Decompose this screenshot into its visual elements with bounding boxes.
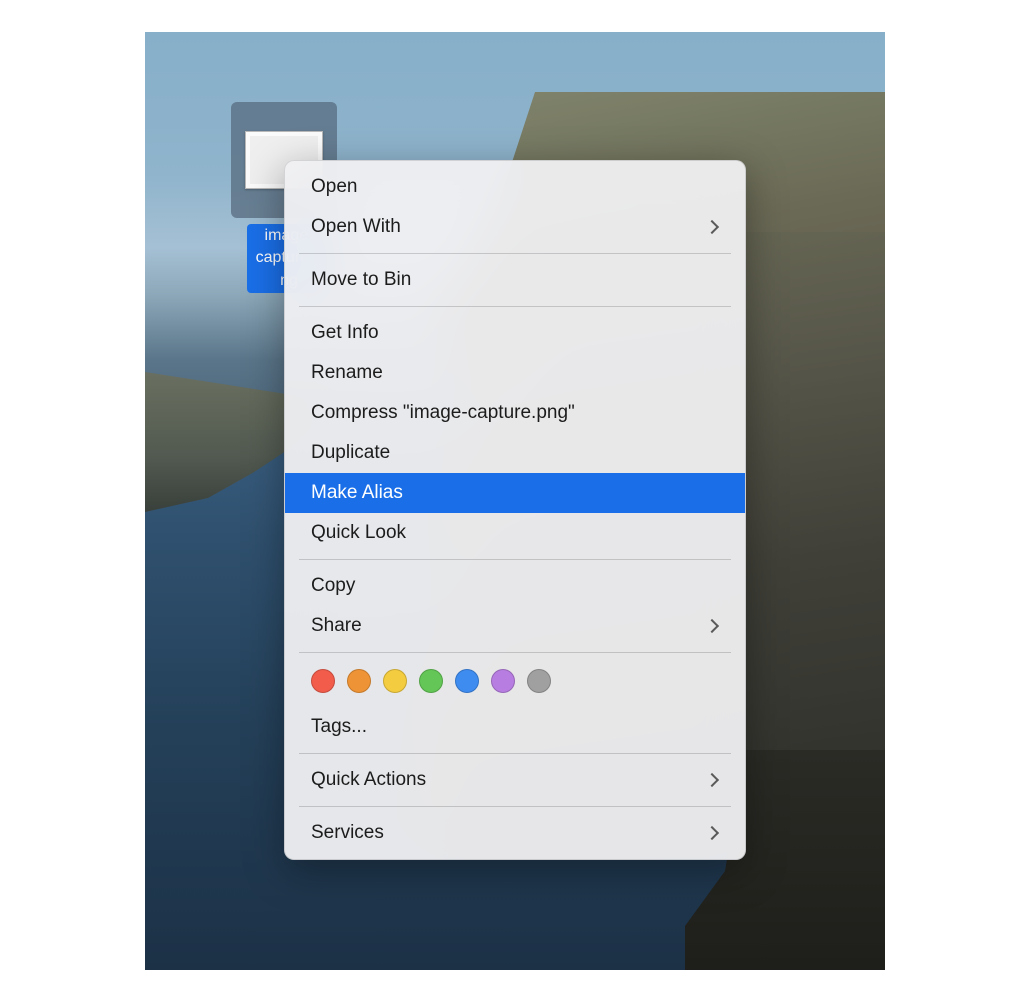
- menu-item-tags[interactable]: Tags...: [285, 707, 745, 747]
- menu-label: Open With: [311, 216, 401, 238]
- menu-item-share[interactable]: Share: [285, 606, 745, 646]
- desktop-wallpaper: image-capture.png Open Open With Move to…: [145, 32, 885, 970]
- menu-label: Duplicate: [311, 442, 390, 464]
- tag-green[interactable]: [419, 669, 443, 693]
- menu-item-make-alias[interactable]: Make Alias: [285, 473, 745, 513]
- menu-item-open[interactable]: Open: [285, 167, 745, 207]
- menu-item-quick-look[interactable]: Quick Look: [285, 513, 745, 553]
- menu-item-quick-actions[interactable]: Quick Actions: [285, 760, 745, 800]
- chevron-right-icon: [705, 619, 719, 633]
- chevron-right-icon: [705, 773, 719, 787]
- menu-label: Quick Look: [311, 522, 406, 544]
- tag-red[interactable]: [311, 669, 335, 693]
- menu-separator: [299, 253, 731, 254]
- menu-item-duplicate[interactable]: Duplicate: [285, 433, 745, 473]
- menu-label: Services: [311, 822, 384, 844]
- menu-separator: [299, 559, 731, 560]
- menu-item-copy[interactable]: Copy: [285, 566, 745, 606]
- menu-label: Share: [311, 615, 362, 637]
- tag-yellow[interactable]: [383, 669, 407, 693]
- menu-separator: [299, 652, 731, 653]
- menu-item-rename[interactable]: Rename: [285, 353, 745, 393]
- menu-separator: [299, 806, 731, 807]
- menu-item-move-to-bin[interactable]: Move to Bin: [285, 260, 745, 300]
- menu-item-compress[interactable]: Compress "image-capture.png": [285, 393, 745, 433]
- menu-separator: [299, 753, 731, 754]
- tag-orange[interactable]: [347, 669, 371, 693]
- menu-label: Compress "image-capture.png": [311, 402, 575, 424]
- tag-gray[interactable]: [527, 669, 551, 693]
- tag-purple[interactable]: [491, 669, 515, 693]
- menu-label: Move to Bin: [311, 269, 411, 291]
- menu-label: Make Alias: [311, 482, 403, 504]
- menu-label: Quick Actions: [311, 769, 426, 791]
- chevron-right-icon: [705, 220, 719, 234]
- chevron-right-icon: [705, 826, 719, 840]
- tag-blue[interactable]: [455, 669, 479, 693]
- menu-label: Rename: [311, 362, 383, 384]
- menu-separator: [299, 306, 731, 307]
- menu-label: Get Info: [311, 322, 379, 344]
- menu-item-get-info[interactable]: Get Info: [285, 313, 745, 353]
- menu-item-open-with[interactable]: Open With: [285, 207, 745, 247]
- context-menu: Open Open With Move to Bin Get Info Rena…: [284, 160, 746, 860]
- menu-label: Copy: [311, 575, 355, 597]
- menu-label: Open: [311, 176, 357, 198]
- menu-label: Tags...: [311, 716, 367, 738]
- menu-item-services[interactable]: Services: [285, 813, 745, 853]
- tag-color-row: [285, 659, 745, 707]
